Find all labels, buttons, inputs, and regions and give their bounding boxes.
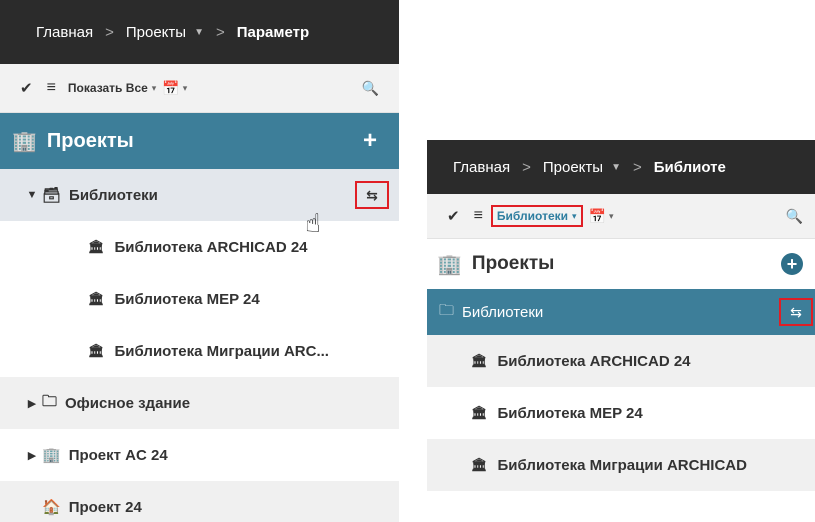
tree-item-lib-migration[interactable]: 🏛 Библиотека Миграции ARC... [0,325,399,377]
search-icon[interactable]: 🔍 [362,80,379,97]
hand-cursor-icon: ☝ [305,208,321,238]
right-panel: Главная > Проекты ▼ > Библиоте ✔ ≡ Библи… [427,140,815,522]
folder-icon: 🗀 [439,301,455,319]
tree-item-label: Библиотека Миграции ARC... [114,342,329,360]
list-view-icon[interactable]: ≡ [47,79,56,97]
move-folder-button[interactable]: ⇆ [355,181,389,209]
breadcrumb-separator-icon: > [522,158,531,176]
tree-item-label: Библиотека ARCHICAD 24 [114,238,308,256]
tree-item-lib-archicad[interactable]: 🏛 Библиотека ARCHICAD 24 [427,335,815,387]
tree-item-office[interactable]: ▶ 🗀 Офисное здание [0,377,399,429]
tree-item-label: Библиотека MEP 24 [114,290,260,308]
breadcrumb-projects[interactable]: Проекты [126,24,186,41]
filter-label: Показать Все [67,81,148,95]
chevron-down-icon: ▾ [151,82,157,93]
chevron-down-icon: ▾ [572,210,577,221]
tree-item-libraries[interactable]: 🗀 Библиотеки ⇆ [427,289,815,335]
breadcrumb: Главная > Проекты ▼ > Параметр [0,0,399,64]
library-folder-icon: 🗃 [42,187,62,204]
add-project-button[interactable]: + [781,253,803,275]
chevron-down-icon[interactable]: ▼ [611,162,621,173]
tree-item-project-ac[interactable]: ▶ 🏢 Проект AC 24 [0,429,399,481]
building-icon: 🏢 [42,447,61,464]
chevron-down-icon[interactable]: ▾ [183,83,188,94]
calendar-icon[interactable]: 📅 [162,80,179,97]
projects-header: 🏢 Проекты + [427,239,815,289]
tree-item-lib-mep[interactable]: 🏛 Библиотека MEP 24 [0,273,399,325]
tree-item-label: Библиотека ARCHICAD 24 [497,352,691,370]
library-icon: 🏛 [88,343,105,358]
buildings-icon: 🏢 [12,130,37,153]
library-icon: 🏛 [88,239,105,254]
tree-item-label: Библиотеки [69,186,158,204]
expand-arrow-icon[interactable]: ▼ [22,189,42,201]
tree-item-libraries[interactable]: ▼ 🗃 Библиотеки ⇆ [0,169,399,221]
check-icon[interactable]: ✔ [20,79,33,97]
project-icon: 🏠 [42,499,61,516]
tree-item-label: Офисное здание [65,394,191,412]
tree-item-label: Библиотека MEP 24 [497,404,643,422]
tree-item-project-24[interactable]: 🏠 Проект 24 [0,481,399,522]
tree-item-label: Библиотека Миграции ARCHICAD [497,456,747,474]
tree-item-lib-migration[interactable]: 🏛 Библиотека Миграции ARCHICAD [427,439,815,491]
breadcrumb-separator-icon: > [215,23,225,41]
toolbar: ✔ ≡ Библиотеки ▾ 📅 ▾ 🔍 [427,194,815,239]
tree-item-label: Проект AC 24 [68,446,168,464]
breadcrumb-separator-icon: > [632,158,642,176]
tree-item-lib-archicad[interactable]: 🏛 Библиотека ARCHICAD 24 [0,221,399,273]
tree-item-lib-mep[interactable]: 🏛 Библиотека MEP 24 [427,387,815,439]
breadcrumb-separator-icon: > [105,23,114,41]
toolbar: ✔ ≡ Показать Все ▾ 📅 ▾ 🔍 [0,64,399,113]
move-folder-button[interactable]: ⇆ [779,298,813,326]
check-icon[interactable]: ✔ [447,207,460,225]
breadcrumb-current: Библиоте [653,158,726,176]
library-icon: 🏛 [471,405,488,420]
chevron-down-icon[interactable]: ▾ [609,211,614,222]
tree-item-label: Библиотеки [462,303,544,321]
breadcrumb: Главная > Проекты ▼ > Библиоте [427,140,815,194]
filter-dropdown[interactable]: Показать Все ▾ [68,81,156,95]
tree-item-label: Проект 24 [68,498,142,516]
add-project-button[interactable]: + [363,127,377,155]
left-panel: Главная > Проекты ▼ > Параметр ✔ ≡ Показ… [0,0,399,522]
breadcrumb-home[interactable]: Главная [36,24,93,41]
buildings-icon: 🏢 [437,253,462,276]
breadcrumb-projects[interactable]: Проекты [543,159,603,176]
library-icon: 🏛 [471,353,488,368]
breadcrumb-current: Параметр [236,23,310,41]
library-icon: 🏛 [88,291,105,306]
calendar-icon[interactable]: 📅 [589,208,606,225]
expand-arrow-icon[interactable]: ▶ [22,449,42,462]
breadcrumb-home[interactable]: Главная [453,159,510,176]
search-icon[interactable]: 🔍 [786,208,803,225]
filter-dropdown[interactable]: Библиотеки ▾ [490,205,583,227]
page-title: Проекты [46,129,134,152]
list-view-icon[interactable]: ≡ [474,207,483,225]
chevron-down-icon[interactable]: ▼ [194,27,204,38]
page-title: Проекты [471,253,555,274]
projects-header: 🏢 Проекты + [0,113,399,169]
folder-icon: 🗀 [42,392,58,410]
library-icon: 🏛 [471,457,488,472]
filter-label: Библиотеки [496,209,569,223]
expand-arrow-icon[interactable]: ▶ [22,397,42,410]
